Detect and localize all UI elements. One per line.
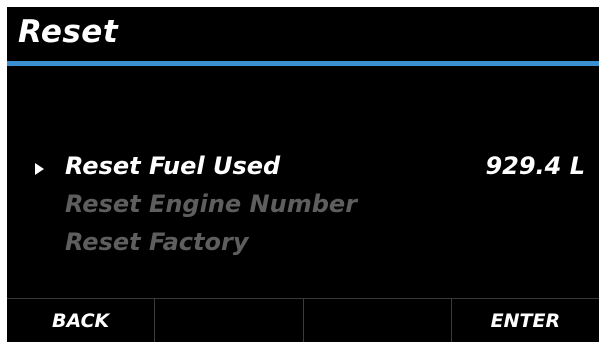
- fuel-used-value: 929.4 L: [485, 152, 585, 180]
- triangle-right-icon: [35, 163, 44, 175]
- display-screen: Reset Reset Fuel Used 929.4 L Reset Engi…: [7, 7, 599, 342]
- menu-item-reset-fuel-used[interactable]: Reset Fuel Used 929.4 L: [7, 152, 599, 190]
- page-title: Reset: [18, 14, 119, 50]
- menu-item-reset-factory[interactable]: Reset Factory: [7, 228, 599, 266]
- softkey-bar: BACK ENTER: [7, 298, 599, 342]
- menu-item-label: Reset Engine Number: [65, 190, 358, 218]
- menu-item-reset-engine-number[interactable]: Reset Engine Number: [7, 190, 599, 228]
- title-underline: [7, 61, 599, 66]
- reset-menu: Reset Fuel Used 929.4 L Reset Engine Num…: [7, 152, 599, 266]
- softkey-3[interactable]: [302, 299, 451, 342]
- menu-item-label: Reset Factory: [65, 228, 249, 256]
- softkey-2[interactable]: [154, 299, 302, 342]
- enter-softkey[interactable]: ENTER: [450, 299, 599, 342]
- back-softkey[interactable]: BACK: [7, 299, 154, 342]
- title-bar: Reset: [7, 7, 599, 61]
- menu-item-label: Reset Fuel Used: [65, 152, 281, 180]
